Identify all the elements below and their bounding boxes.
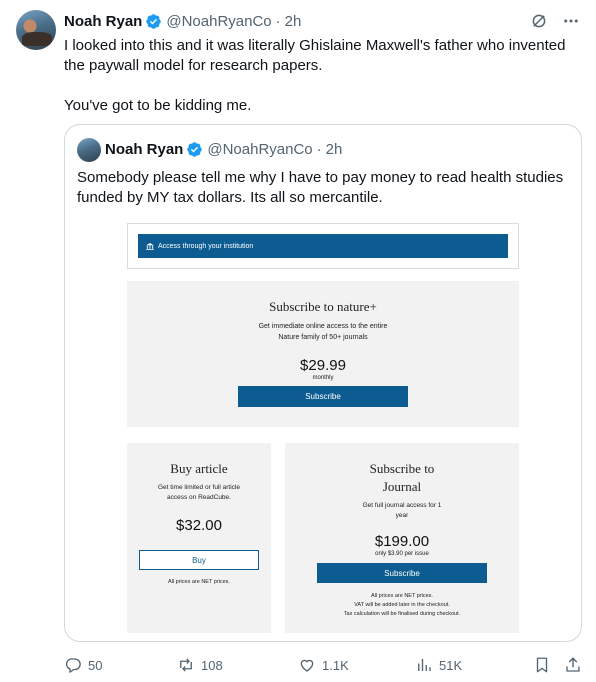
views-icon (415, 656, 433, 674)
separator-dot: · (275, 12, 281, 30)
journal-desc-1: Get full journal access for 1 (362, 502, 442, 509)
tweet-text-paragraph-1: I looked into this and it was literally … (64, 37, 566, 74)
separator-dot: · (316, 141, 322, 158)
quoted-author-handle: @NoahRyanCo (207, 141, 313, 158)
tweet-text: I looked into this and it was literally … (64, 36, 574, 116)
reply-icon (64, 656, 82, 674)
journal-subscribe-panel: Subscribe to Journal Get full journal ac… (285, 443, 519, 633)
nature-plus-price: $29.99 (300, 357, 346, 374)
bookmark-button[interactable] (533, 654, 551, 676)
share-button[interactable] (564, 654, 582, 676)
tweet-top-actions (530, 12, 580, 30)
quoted-author-name: Noah Ryan (105, 141, 184, 158)
tweet-header: Noah Ryan @NoahRyanCo · 2h (64, 11, 301, 31)
buy-article-title: Buy article (170, 461, 228, 476)
buy-article-button: Buy (139, 550, 259, 570)
journal-note-3: Tax calculation will be finalised during… (343, 611, 461, 617)
reply-button[interactable]: 50 (64, 654, 102, 676)
buy-article-panel: Buy article Get time limited or full art… (127, 443, 271, 633)
more-icon[interactable] (562, 12, 580, 30)
quoted-tweet-image[interactable]: Access through your institution Subscrib… (127, 223, 521, 635)
views-button[interactable]: 51K (415, 654, 462, 676)
grok-icon[interactable] (530, 12, 548, 30)
nature-plus-desc-1: Get immediate online access to the entir… (258, 323, 388, 330)
journal-subscribe-button: Subscribe (317, 563, 487, 583)
nature-plus-title: Subscribe to nature+ (269, 299, 377, 314)
share-icon (564, 656, 582, 674)
tweet-text-paragraph-2: You've got to be kidding me. (64, 97, 252, 114)
quoted-tweet-time: 2h (325, 141, 343, 158)
author-name[interactable]: Noah Ryan (64, 13, 142, 30)
buy-article-note: All prices are NET prices. (168, 579, 230, 585)
institution-access-box: Access through your institution (127, 223, 519, 269)
nature-plus-desc-2: Nature family of 50+ journals (278, 334, 368, 341)
author-handle[interactable]: @NoahRyanCo (166, 13, 271, 30)
reply-count: 50 (88, 657, 103, 673)
journal-per-issue: only $3.90 per issue (375, 551, 429, 557)
nature-plus-period: monthly (312, 375, 334, 381)
journal-title-2: Journal (382, 479, 422, 494)
tweet-action-bar: 50 108 1.1K 51K (64, 654, 582, 676)
institution-access-label: Access through your institution (158, 242, 254, 250)
journal-desc-2: year (395, 512, 409, 519)
like-count: 1.1K (322, 657, 349, 673)
buy-article-price: $32.00 (176, 517, 222, 534)
verified-badge-icon (186, 141, 203, 158)
repost-button[interactable]: 108 (177, 654, 223, 676)
bookmark-icon (533, 656, 551, 674)
like-icon (298, 656, 316, 674)
journal-note-2: VAT will be added later in the checkout. (354, 602, 450, 608)
nature-plus-panel: Subscribe to nature+ Get immediate onlin… (127, 281, 519, 427)
buy-article-desc-2: access on ReadCube. (167, 494, 231, 501)
tweet-time[interactable]: 2h (285, 13, 302, 30)
views-count: 51K (439, 657, 463, 673)
repost-icon (177, 656, 195, 674)
repost-count: 108 (201, 657, 223, 673)
quoted-tweet[interactable]: Noah Ryan @NoahRyanCo · 2h Somebody plea… (64, 124, 582, 642)
author-avatar[interactable] (16, 10, 56, 50)
institution-icon (146, 242, 154, 250)
quoted-author-avatar[interactable] (77, 138, 101, 162)
verified-badge-icon (145, 13, 162, 30)
journal-title-1: Subscribe to (369, 461, 435, 476)
institution-access-button: Access through your institution (138, 234, 508, 258)
journal-price: $199.00 (374, 533, 430, 550)
like-button[interactable]: 1.1K (298, 654, 349, 676)
journal-note-1: All prices are NET prices. (371, 593, 433, 599)
nature-plus-subscribe-button: Subscribe (238, 386, 408, 407)
buy-article-desc-1: Get time limited or full article (158, 484, 240, 491)
quoted-tweet-header: Noah Ryan @NoahRyanCo · 2h (105, 141, 342, 158)
quoted-tweet-text: Somebody please tell me why I have to pa… (77, 169, 564, 206)
